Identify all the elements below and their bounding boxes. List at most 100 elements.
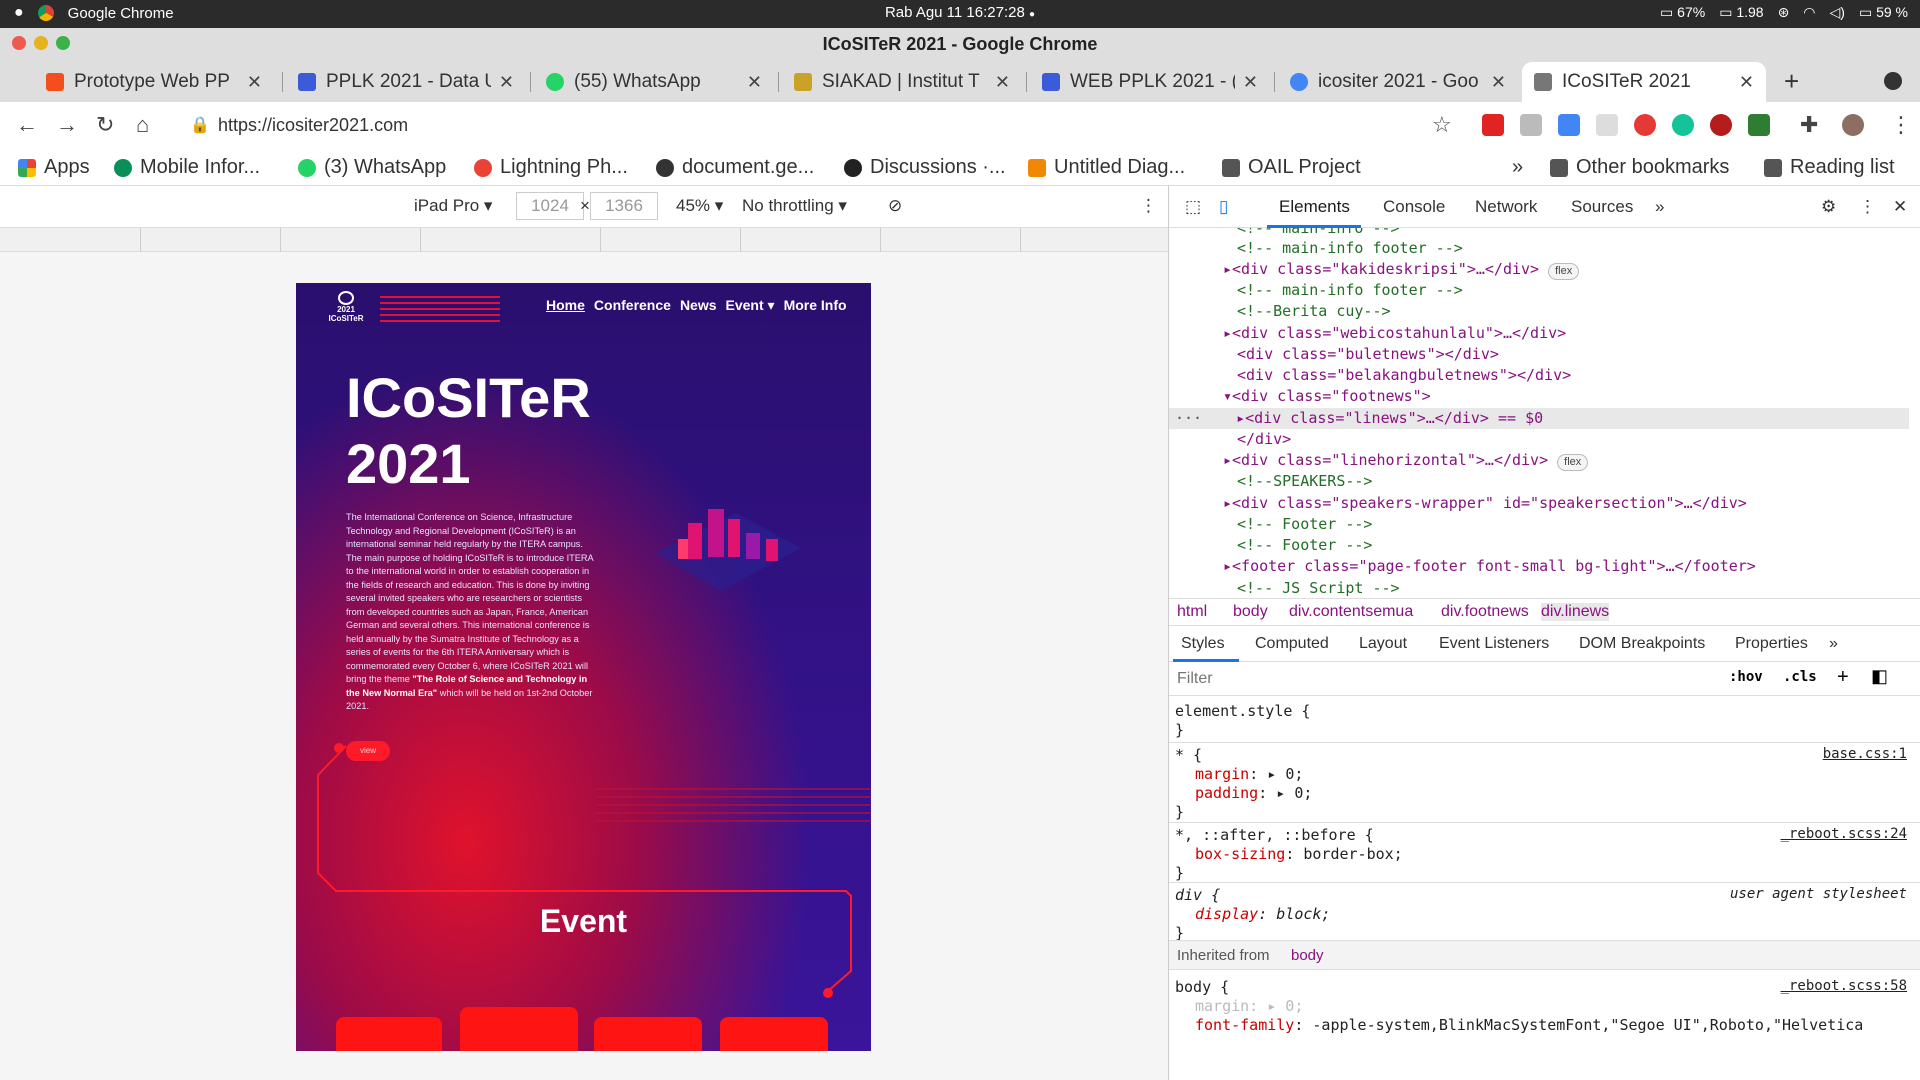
nav-home[interactable]: Home <box>546 297 585 314</box>
rotate-icon[interactable]: ⊘ <box>888 196 902 216</box>
tab-network[interactable]: Network <box>1475 197 1537 217</box>
dom-node[interactable]: <!--Berita cuy--> <box>1237 301 1391 322</box>
icositer-logo[interactable]: 2021 ICoSITeR <box>326 291 366 323</box>
bookmarks-overflow[interactable]: » <box>1512 156 1523 179</box>
cpu-indicator[interactable]: ▭ 67% <box>1660 4 1705 21</box>
dom-node[interactable]: <!-- main-info footer --> <box>1237 238 1463 259</box>
load-indicator[interactable]: ▭ 1.98 <box>1719 4 1763 21</box>
display-declaration[interactable]: display: block; <box>1195 905 1330 923</box>
rule-source-link[interactable]: base.css:1 <box>1823 746 1907 762</box>
crumb-html[interactable]: html <box>1177 603 1207 621</box>
clock[interactable]: Rab Agu 11 16:27:28 <box>885 4 1025 21</box>
profile-avatar[interactable] <box>1842 114 1864 136</box>
nav-more-info[interactable]: More Info <box>784 297 847 314</box>
tab-web-pplk[interactable]: WEB PPLK 2021 - (✕ <box>1030 62 1270 102</box>
crumb-footnews[interactable]: div.footnews <box>1441 603 1529 621</box>
bookmark-star-icon[interactable]: ☆ <box>1432 112 1452 138</box>
dom-node[interactable]: <!-- JS Script --> <box>1237 578 1400 598</box>
tab-sources[interactable]: Sources <box>1571 197 1633 217</box>
throttle-select[interactable]: No throttling ▾ <box>742 196 847 216</box>
bookmark-document[interactable]: document.ge... <box>656 156 814 179</box>
device-more-icon[interactable]: ⋮ <box>1140 196 1157 216</box>
div-rule-selector[interactable]: div { <box>1175 886 1220 904</box>
tab-siakad[interactable]: SIAKAD | Institut T ✕ <box>782 62 1022 102</box>
close-tab-icon[interactable]: ✕ <box>499 72 514 93</box>
dom-node[interactable]: ▸<footer class="page-footer font-small b… <box>1223 556 1756 577</box>
dom-node[interactable]: <!-- main-info footer --> <box>1237 280 1463 301</box>
close-tab-icon[interactable]: ✕ <box>1243 72 1258 93</box>
bookmark-oail[interactable]: OAIL Project <box>1222 156 1361 179</box>
flex-badge[interactable]: flex <box>1548 263 1580 280</box>
extension-icon[interactable] <box>1520 114 1542 136</box>
after-before-rule-selector[interactable]: *, ::after, ::before { <box>1175 826 1374 844</box>
dom-node[interactable]: <div class="belakangbuletnews"></div> <box>1237 365 1571 386</box>
nav-event[interactable]: Event ▾ <box>726 297 775 314</box>
dom-node[interactable]: ▸<div class="linehorizontal">…</div> fle… <box>1223 450 1589 471</box>
padding-declaration[interactable]: padding: ▸ 0; <box>1195 784 1312 802</box>
toggle-sidebar-icon[interactable]: ◧ <box>1871 666 1888 687</box>
more-tabs-icon[interactable]: » <box>1655 197 1664 217</box>
close-tab-icon[interactable]: ✕ <box>995 72 1010 93</box>
tab-pplk-data[interactable]: PPLK 2021 - Data U ✕ <box>286 62 526 102</box>
element-style-rule[interactable]: element.style { <box>1175 702 1310 720</box>
translate-icon[interactable] <box>1558 114 1580 136</box>
url-text[interactable]: https://icositer2021.com <box>218 115 408 136</box>
bookmark-apps[interactable]: Apps <box>18 156 90 179</box>
tab-search-icon[interactable] <box>1884 72 1902 90</box>
media-query-ruler[interactable] <box>0 228 1168 252</box>
extension-icon[interactable] <box>1748 114 1770 136</box>
new-tab-button[interactable]: + <box>1784 66 1799 97</box>
tab-prototype[interactable]: Prototype Web PP ✕ <box>34 62 274 102</box>
rule-source-link[interactable]: _reboot.scss:24 <box>1781 826 1907 842</box>
inspect-element-icon[interactable]: ⬚ <box>1185 197 1201 217</box>
dom-node[interactable]: ▸<div class="speakers-wrapper" id="speak… <box>1223 493 1747 514</box>
star-rule-selector[interactable]: * { <box>1175 746 1202 764</box>
event-card[interactable] <box>336 1017 442 1051</box>
home-button[interactable]: ⌂ <box>136 112 149 138</box>
other-bookmarks[interactable]: Other bookmarks <box>1550 156 1729 179</box>
omnibox[interactable]: 🔒 https://icositer2021.com <box>176 109 1436 141</box>
nav-news[interactable]: News <box>680 297 717 314</box>
dom-node[interactable]: ▸<div class="kakideskripsi">…</div> flex <box>1223 259 1580 280</box>
close-tab-icon[interactable]: ✕ <box>247 72 262 93</box>
subtab-layout[interactable]: Layout <box>1359 635 1407 653</box>
inherited-body-link[interactable]: body <box>1291 947 1324 964</box>
event-card[interactable] <box>720 1017 828 1051</box>
dom-node-selected[interactable]: ··· ▸<div class="linews">…</div> == $0 <box>1169 408 1909 430</box>
extension-icon[interactable] <box>1710 114 1732 136</box>
subtab-event-listeners[interactable]: Event Listeners <box>1439 635 1549 653</box>
event-card[interactable] <box>460 1007 578 1051</box>
body-rule-selector[interactable]: body { <box>1175 978 1229 996</box>
bookmark-whatsapp[interactable]: (3) WhatsApp <box>298 156 446 179</box>
adblock-icon[interactable] <box>1634 114 1656 136</box>
chrome-menu-icon[interactable]: ⋮ <box>1890 112 1912 138</box>
dom-node[interactable]: <!-- Footer --> <box>1237 535 1372 556</box>
close-tab-icon[interactable]: ✕ <box>747 72 762 93</box>
hov-toggle[interactable]: :hov <box>1729 669 1763 685</box>
lock-icon[interactable]: 🔒 <box>190 115 210 135</box>
bookmark-lightning[interactable]: Lightning Ph... <box>474 156 628 179</box>
nav-conference[interactable]: Conference <box>594 297 671 314</box>
font-family-declaration[interactable]: font-family: -apple-system,BlinkMacSyste… <box>1195 1016 1863 1034</box>
device-select[interactable]: iPad Pro ▾ <box>414 196 492 216</box>
dom-tree[interactable]: <!-- main-info --> <!-- main-info footer… <box>1169 228 1920 598</box>
subtab-computed[interactable]: Computed <box>1255 635 1329 653</box>
close-devtools-icon[interactable]: ✕ <box>1893 197 1907 217</box>
devtools-menu-icon[interactable]: ⋮ <box>1859 197 1876 217</box>
view-button[interactable]: view <box>346 741 390 761</box>
device-width-input[interactable]: 1024 <box>516 192 584 220</box>
accessibility-icon[interactable]: ⊛ <box>1778 4 1790 21</box>
dom-node[interactable]: </div> <box>1237 429 1291 450</box>
new-rule-icon[interactable]: + <box>1837 666 1849 689</box>
box-sizing-declaration[interactable]: box-sizing: border-box; <box>1195 845 1403 863</box>
grammarly-icon[interactable] <box>1672 114 1694 136</box>
dom-node[interactable]: <!--SPEAKERS--> <box>1237 471 1372 492</box>
close-tab-icon[interactable]: ✕ <box>1491 72 1506 93</box>
tab-elements[interactable]: Elements <box>1279 197 1350 217</box>
body-margin-declaration[interactable]: margin: ▸ 0; <box>1195 997 1303 1015</box>
zoom-select[interactable]: 45% ▾ <box>676 196 723 216</box>
tab-icositer[interactable]: ICoSITeR 2021 ✕ <box>1522 62 1766 102</box>
device-height-input[interactable]: 1366 <box>590 192 658 220</box>
subtab-dom-breakpoints[interactable]: DOM Breakpoints <box>1579 635 1705 653</box>
back-button[interactable]: ← <box>16 112 38 138</box>
